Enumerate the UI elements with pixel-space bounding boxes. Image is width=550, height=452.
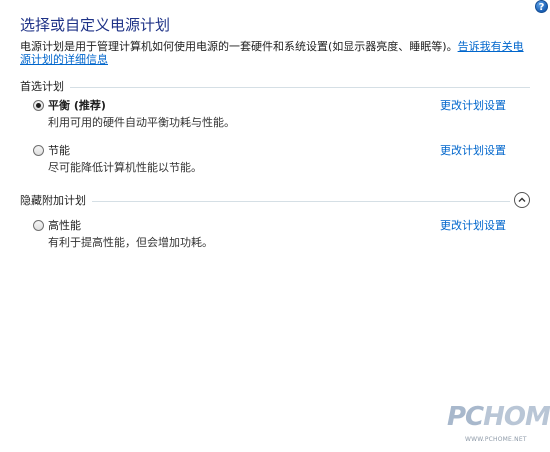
watermark-url: WWW.PCHOME.NET — [465, 436, 527, 443]
collapse-hidden-plans-button[interactable] — [514, 192, 530, 208]
plan-balanced-change-settings-link[interactable]: 更改计划设置 — [440, 99, 506, 112]
preferred-plans-header: 首选计划 — [20, 80, 530, 94]
plan-balanced-desc: 利用可用的硬件自动平衡功耗与性能。 — [48, 116, 235, 129]
section-divider — [20, 201, 510, 202]
section-divider — [20, 87, 530, 88]
radio-power-saver[interactable] — [33, 145, 44, 156]
page-title: 选择或自定义电源计划 — [20, 16, 171, 34]
pchome-watermark-logo: PCHOME WWW.PCHOME.NET — [447, 402, 550, 450]
radio-balanced[interactable] — [33, 100, 44, 111]
hidden-plans-label: 隐藏附加计划 — [20, 194, 92, 208]
plan-power-saver-name[interactable]: 节能 — [48, 144, 70, 157]
watermark-logo-text: PCHOME — [447, 402, 550, 432]
plan-power-saver-desc: 尽可能降低计算机性能以节能。 — [48, 161, 202, 174]
plan-high-performance-name[interactable]: 高性能 — [48, 219, 81, 232]
plan-power-saver-change-settings-link[interactable]: 更改计划设置 — [440, 144, 506, 157]
plan-high-performance: 高性能 有利于提高性能，但会增加功耗。 更改计划设置 — [33, 219, 513, 249]
chevron-up-icon — [518, 197, 526, 202]
plan-balanced-name[interactable]: 平衡 (推荐) — [48, 99, 106, 112]
preferred-plans-label: 首选计划 — [20, 80, 70, 94]
description-text: 电源计划是用于管理计算机如何使用电源的一套硬件和系统设置(如显示器亮度、睡眠等)… — [20, 40, 458, 53]
plan-balanced: 平衡 (推荐) 利用可用的硬件自动平衡功耗与性能。 更改计划设置 — [33, 99, 513, 129]
plan-high-performance-change-settings-link[interactable]: 更改计划设置 — [440, 219, 506, 232]
plan-power-saver: 节能 尽可能降低计算机性能以节能。 更改计划设置 — [33, 144, 513, 174]
plan-high-performance-desc: 有利于提高性能，但会增加功耗。 — [48, 236, 213, 249]
help-icon[interactable]: ? — [535, 0, 548, 13]
radio-high-performance[interactable] — [33, 220, 44, 231]
hidden-plans-header: 隐藏附加计划 — [20, 192, 530, 208]
description: 电源计划是用于管理计算机如何使用电源的一套硬件和系统设置(如显示器亮度、睡眠等)… — [20, 40, 530, 66]
